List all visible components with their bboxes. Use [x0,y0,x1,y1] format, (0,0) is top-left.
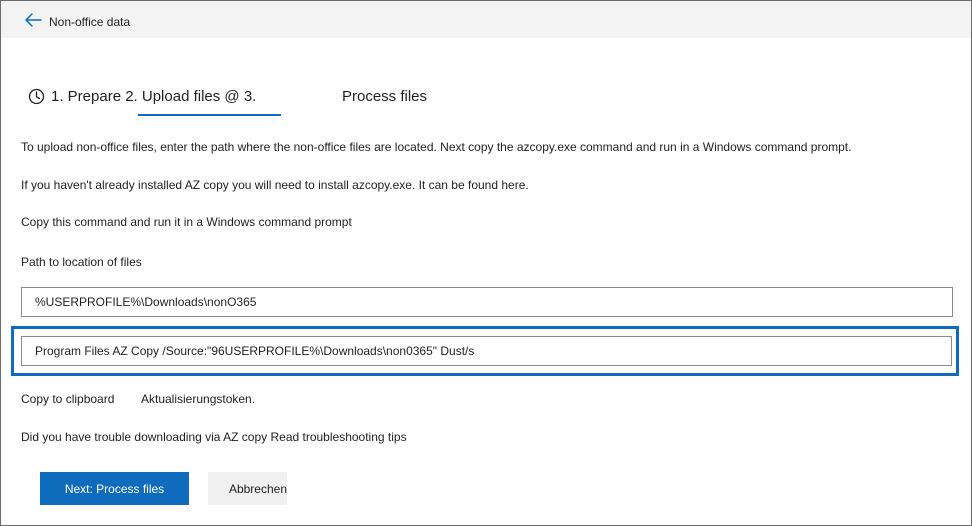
step-process-files: Process files [342,88,428,105]
instruction-line-1: To upload non-office files, enter the pa… [21,140,852,154]
path-input[interactable] [21,287,953,317]
troubleshoot-text[interactable]: Did you have trouble downloading via AZ … [21,430,407,444]
clock-icon [28,88,45,105]
page-title: Non-office data [49,15,131,29]
command-input[interactable] [21,336,952,366]
copy-to-clipboard-link[interactable]: Copy to clipboard [21,392,114,406]
step-current-label: 1. Prepare 2. Upload files @ 3. [51,88,257,105]
wizard-window: Non-office data 1. Prepare 2. Upload fil… [0,0,972,526]
instruction-line-2: If you haven't already installed AZ copy… [21,178,529,192]
refresh-token-link[interactable]: Aktualisierungstoken. [141,392,255,406]
instruction-line-3: Copy this command and run it in a Window… [21,215,352,229]
active-step-underline [138,114,281,116]
header-bar: Non-office data [1,1,971,38]
cancel-button[interactable]: Abbrechen [208,472,287,505]
next-process-files-button[interactable]: Next: Process files [40,472,189,505]
path-field-label: Path to location of files [21,255,142,269]
arrow-left-icon[interactable] [24,12,42,28]
